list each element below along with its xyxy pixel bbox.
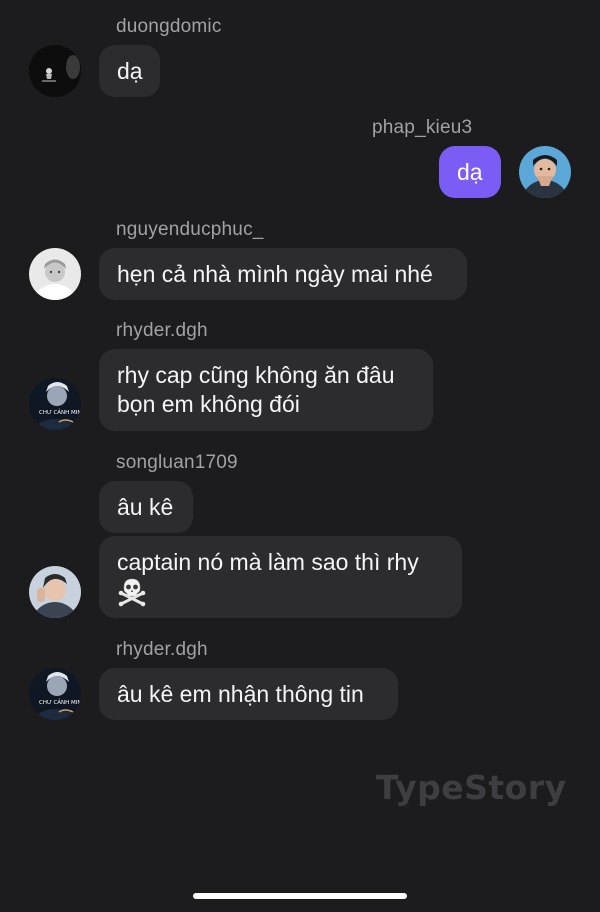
avatar[interactable] <box>519 146 571 198</box>
message-bubble[interactable]: captain nó mà làm sao thì rhy <box>99 536 462 618</box>
message-bubble[interactable]: hẹn cả nhà mình ngày mai nhé <box>99 248 467 300</box>
message-bubble[interactable]: rhy cap cũng không ăn đâu bọn em không đ… <box>99 349 433 431</box>
message-text: bọn em không đói <box>117 391 300 417</box>
sender-username[interactable]: nguyenducphuc_ <box>116 219 264 241</box>
skull-and-crossbones-icon <box>117 577 147 614</box>
sender-username[interactable]: rhyder.dgh <box>116 639 208 661</box>
avatar-text: CHƯ CẢNH MINH <box>39 698 81 706</box>
avatar-text: CHƯ CẢNH MINH <box>39 408 81 416</box>
message-text: âu kê em nhận thông tin <box>117 681 364 707</box>
sender-username[interactable]: duongdomic <box>116 16 222 38</box>
message-bubble[interactable]: dạ <box>99 45 160 97</box>
message-bubble[interactable]: âu kê <box>99 481 193 533</box>
message-text: hẹn cả nhà mình ngày mai nhé <box>117 261 433 287</box>
avatar[interactable] <box>29 248 81 300</box>
avatar[interactable]: CHƯ CẢNH MINH <box>29 378 81 430</box>
message-bubble-own[interactable]: dạ <box>439 146 501 198</box>
message-text: dạ <box>457 159 483 185</box>
message-text: rhy cap cũng không ăn đâu <box>117 362 395 388</box>
home-indicator[interactable] <box>193 893 407 899</box>
message-text: âu kê <box>117 494 174 520</box>
avatar[interactable] <box>29 566 81 618</box>
sender-username[interactable]: phap_kieu3 <box>372 117 472 139</box>
message-emoji-line <box>117 577 444 614</box>
avatar[interactable] <box>29 45 81 97</box>
sender-username[interactable]: songluan1709 <box>116 452 238 474</box>
sender-username[interactable]: rhyder.dgh <box>116 320 208 342</box>
message-text: dạ <box>117 58 143 84</box>
watermark-logo: TypeStory <box>376 768 567 807</box>
message-text: captain nó mà làm sao thì rhy <box>117 549 419 575</box>
avatar[interactable]: CHƯ CẢNH MINH <box>29 668 81 720</box>
message-bubble[interactable]: âu kê em nhận thông tin <box>99 668 398 720</box>
